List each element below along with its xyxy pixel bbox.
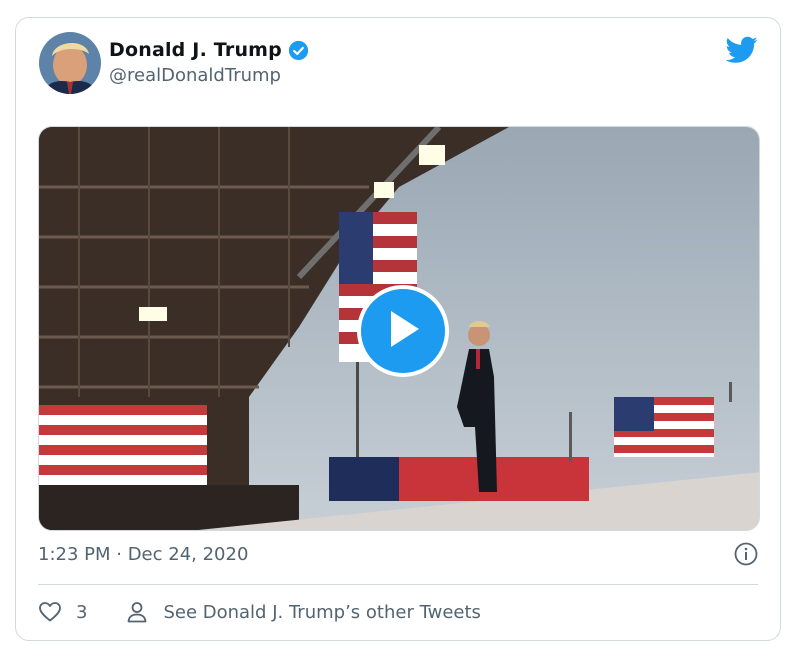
person-icon bbox=[125, 600, 149, 624]
divider bbox=[38, 584, 758, 585]
play-button[interactable] bbox=[357, 285, 449, 377]
author-name-row[interactable]: Donald J. Trump bbox=[109, 39, 309, 61]
tweet-timestamp[interactable]: 1:23 PM · Dec 24, 2020 bbox=[38, 544, 248, 565]
author-avatar[interactable] bbox=[39, 32, 101, 94]
heart-icon bbox=[38, 600, 62, 624]
play-icon bbox=[385, 309, 421, 353]
see-other-tweets-link[interactable]: See Donald J. Trump’s other Tweets bbox=[125, 600, 481, 624]
author-handle[interactable]: @realDonaldTrump bbox=[109, 65, 281, 86]
video-player[interactable] bbox=[38, 126, 760, 531]
info-icon[interactable] bbox=[734, 542, 758, 566]
tweet-actions: 3 See Donald J. Trump’s other Tweets bbox=[38, 600, 481, 624]
author-name[interactable]: Donald J. Trump bbox=[109, 39, 282, 61]
tweet-card: Donald J. Trump @realDonaldTrump 1:23 PM… bbox=[15, 17, 781, 641]
twitter-bird-icon[interactable] bbox=[725, 36, 758, 64]
like-button[interactable]: 3 bbox=[38, 600, 87, 624]
see-other-tweets-label[interactable]: See Donald J. Trump’s other Tweets bbox=[163, 602, 480, 623]
like-count: 3 bbox=[76, 601, 88, 623]
verified-badge-icon bbox=[288, 40, 309, 61]
